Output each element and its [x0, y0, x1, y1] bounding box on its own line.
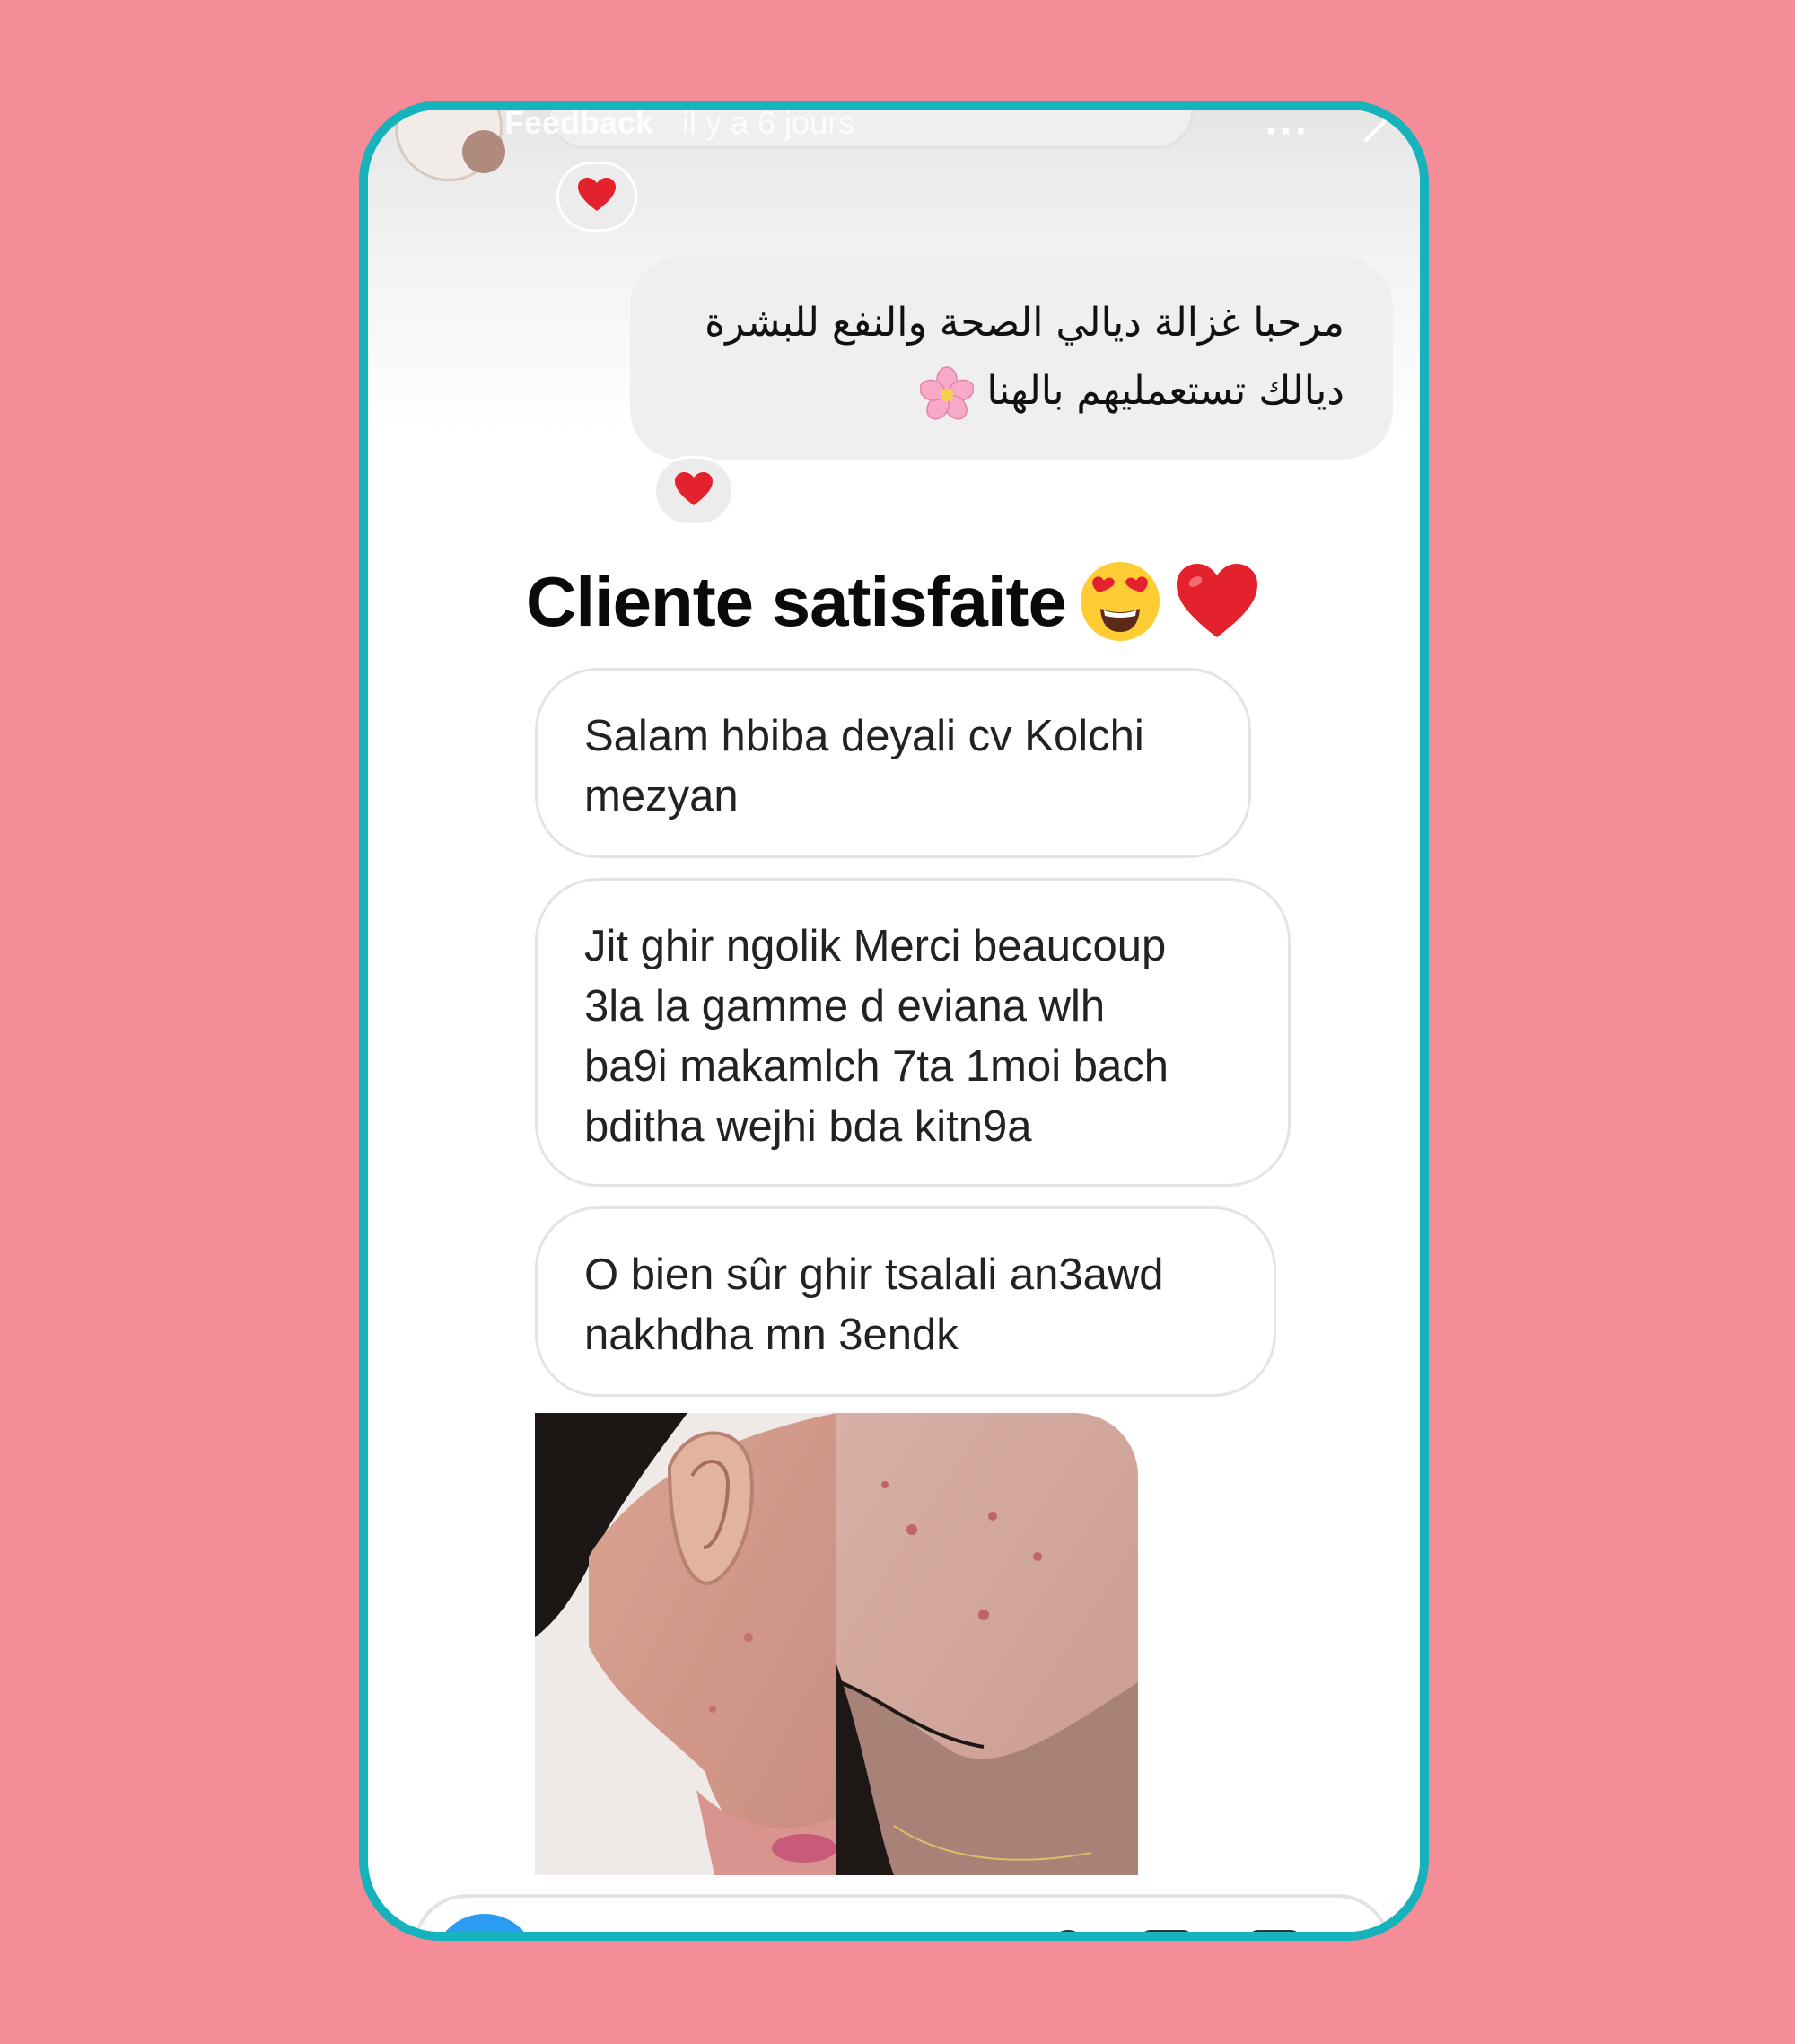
more-horizontal-icon[interactable]: ··· [1265, 110, 1310, 154]
story-screen: Feedback il y a 6 jours ··· مرحبا غزالة … [368, 110, 1420, 1932]
reply-actions [1050, 1930, 1301, 1932]
message-line: O bien sûr ghir tsalali an3awd [584, 1250, 1164, 1299]
sticker-icon[interactable] [1248, 1930, 1301, 1932]
message-line: ba9i makamlch 7ta 1moi bach [584, 1042, 1169, 1091]
message-line: nakhdha mn 3endk [584, 1311, 959, 1359]
red-heart-icon [674, 471, 714, 512]
received-message-bubble: O bien sûr ghir tsalali an3awd nakhdha m… [535, 1206, 1276, 1397]
received-message-bubble: Salam hbiba deyali cv Kolchi mezyan [535, 668, 1251, 858]
red-heart-icon [1174, 562, 1260, 641]
image-icon[interactable] [1140, 1930, 1194, 1932]
headline-text: Cliente satisfaite [526, 561, 1067, 641]
message-line: mezyan [584, 772, 739, 820]
message-line: Salam hbiba deyali cv Kolchi [584, 712, 1144, 760]
story-header: Feedback il y a 6 jours ··· [368, 110, 1420, 181]
red-heart-icon [577, 177, 617, 217]
story-timestamp: il y a 6 jours [682, 104, 855, 141]
message-line: bditha wejhi bda kitn9a [584, 1102, 1032, 1151]
message-line: Jit ghir ngolik Merci beaucoup [584, 922, 1167, 970]
reply-input-bar[interactable] [413, 1894, 1391, 1932]
arabic-message-text: ديالك تستعمليهم بالهنا [986, 368, 1344, 414]
story-account-name[interactable]: Feedback [504, 110, 653, 142]
arabic-message-bubble: مرحبا غزالة ديالي الصحة والنفع للبشرة دي… [630, 257, 1393, 460]
cherry-blossom-icon [919, 366, 976, 420]
profile-avatar[interactable] [395, 110, 505, 181]
message-line: 3la la gamme d eviana wlh [584, 982, 1106, 1031]
received-message-bubble: Jit ghir ngolik Merci beaucoup 3la la ga… [535, 878, 1291, 1187]
headline: Cliente satisfaite [526, 557, 1260, 646]
skin-progress-photo[interactable] [535, 1413, 1138, 1875]
close-icon[interactable] [1362, 110, 1397, 144]
arabic-message-line: مرحبا غزالة ديالي الصحة والنفع للبشرة [705, 300, 1344, 346]
phone-frame: Feedback il y a 6 jours ··· مرحبا غزالة … [359, 101, 1429, 1941]
heart-reaction [653, 456, 734, 526]
arabic-message-line: ديالك تستعمليهم بالهنا [679, 357, 1344, 425]
heart-eyes-emoji-icon [1079, 560, 1161, 643]
microphone-icon[interactable] [1050, 1930, 1086, 1932]
heart-reaction [556, 162, 637, 232]
